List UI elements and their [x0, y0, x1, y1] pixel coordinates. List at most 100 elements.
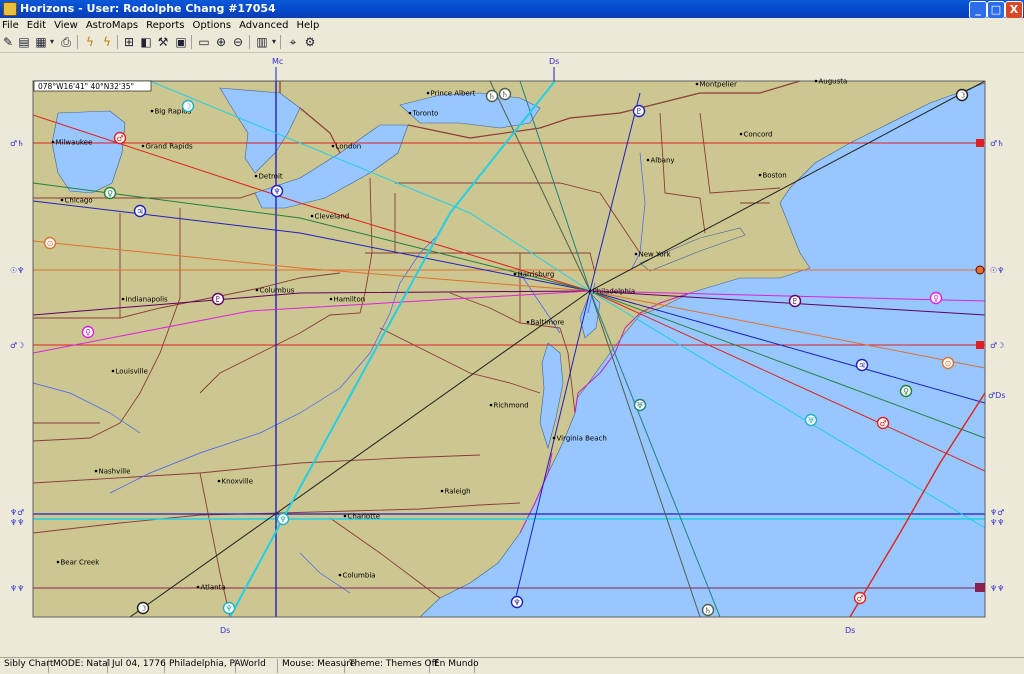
status-date: Jul 04, 1776 [108, 659, 166, 673]
menu-file[interactable]: File [0, 19, 23, 33]
menu-astromaps[interactable]: AstroMaps [82, 19, 142, 33]
planet-glyph-icon[interactable]: ♀ [103, 186, 117, 200]
planet-glyph-icon[interactable]: ☽ [181, 99, 195, 113]
city-boston: Boston [758, 172, 787, 180]
status-theme: Theme: Themes Off [345, 659, 438, 673]
planet-glyph-icon[interactable]: ♀ [81, 325, 95, 339]
menu-edit[interactable]: Edit [23, 19, 50, 33]
tools-icon[interactable]: ⚒ [155, 34, 171, 50]
planet-glyph-icon[interactable]: ♆ [276, 512, 290, 526]
coordinate-readout: 078°W16'41" 40°N32'35" [38, 82, 134, 91]
close-button[interactable]: X [1005, 1, 1023, 19]
crosshair-icon[interactable]: ⌖ [285, 34, 301, 50]
city-augusta: Augusta [814, 78, 848, 86]
grid-icon[interactable]: ▥ [254, 34, 270, 50]
planet-glyph-icon[interactable]: ♅ [804, 413, 818, 427]
dropdown-arrow-icon[interactable]: ▾ [48, 34, 56, 50]
zoom-out-icon[interactable]: ⊖ [230, 34, 246, 50]
bolt-icon[interactable]: ϟ [82, 34, 98, 50]
city-label: Montpelier [700, 81, 737, 89]
city-hamilton: Hamilton [329, 296, 366, 304]
planet-glyph-icon[interactable]: ♆ [510, 595, 524, 609]
city-milwaukee: Milwaukee [51, 139, 92, 147]
status-mundo: En Mundo [430, 659, 479, 673]
planet-glyph-icon[interactable]: ♇ [632, 104, 646, 118]
zoom-in-icon[interactable]: ⊕ [213, 34, 229, 50]
planet-glyph-icon[interactable]: ♅ [633, 398, 647, 412]
settings-icon[interactable]: ⚙ [302, 34, 318, 50]
svg-text:♀: ♀ [933, 294, 939, 303]
planet-glyph-icon[interactable]: ⊙ [43, 236, 57, 250]
menu-advanced[interactable]: Advanced [235, 19, 292, 33]
planet-glyph-icon[interactable]: ☽ [955, 88, 969, 102]
planet-glyph-icon[interactable]: ♃ [133, 204, 147, 218]
gallery-icon[interactable]: ▣ [173, 34, 189, 50]
status-mouse: Mouse: Measure [278, 659, 355, 673]
menu-view[interactable]: View [50, 19, 82, 33]
ds-label-right: ♂Ds [988, 391, 1006, 400]
svg-text:♂: ♂ [116, 134, 123, 143]
city-label: Nashville [99, 468, 131, 476]
city-virginia-beach: Virginia Beach [552, 435, 607, 443]
layers-icon[interactable]: ◧ [138, 34, 154, 50]
edit-chart-icon[interactable]: ▦ [33, 34, 49, 50]
status-view: World [236, 659, 278, 673]
minimize-button[interactable]: _ [969, 1, 987, 19]
city-nashville: Nashville [94, 468, 131, 476]
city-bear-creek: Bear Creek [56, 559, 100, 567]
city-label: Cleveland [315, 213, 350, 221]
city-label: Knoxville [222, 478, 254, 486]
menu-reports[interactable]: Reports [142, 19, 188, 33]
planet-glyph-icon[interactable]: ♆ [270, 184, 284, 198]
bolt-alt-icon[interactable]: ϟ [99, 34, 115, 50]
toolbar: ✎ ▤ ▦ ▾ ⎙ ϟ ϟ ⊞ ◧ ⚒ ▣ ▭ ⊕ ⊖ ▥ ▾ ⌖ ⚙ [0, 32, 1024, 53]
city-label: Boston [763, 172, 787, 180]
city-label: Philadelphia [593, 288, 636, 296]
city-louisville: Louisville [111, 368, 148, 376]
planet-glyph-icon[interactable]: ♄ [701, 603, 715, 617]
edge-label-right-3: ♂☽ [990, 341, 1004, 350]
edge-label-right-2: ☉♆ [990, 266, 1004, 275]
chart-icon[interactable]: ▤ [16, 34, 32, 50]
status-chart: Sibly Chart [0, 659, 53, 673]
city-grand-rapids: Grand Rapids [141, 143, 193, 151]
map-view-icon[interactable]: ▭ [196, 34, 212, 50]
planet-glyph-icon[interactable]: ♆ [222, 601, 236, 615]
svg-text:♇: ♇ [635, 107, 642, 116]
toolbar-separator [280, 35, 281, 49]
toolbar-separator [117, 35, 118, 49]
planet-glyph-icon[interactable]: ♇ [788, 294, 802, 308]
planet-glyph-icon[interactable]: ♄ [498, 87, 512, 101]
city-label: Raleigh [445, 488, 471, 496]
svg-text:♀: ♀ [107, 189, 113, 198]
window-title: Horizons - User: Rodolphe Chang #17054 [20, 2, 276, 15]
city-baltimore: Baltimore [526, 319, 564, 327]
planet-glyph-icon[interactable]: ♀ [899, 384, 913, 398]
planet-glyph-icon[interactable]: ⊙ [941, 356, 955, 370]
astro-map[interactable]: 078°W16'41" 40°N32'35" Mc Ds Ds Ds ♂Ds ♂… [0, 53, 1024, 657]
dropdown-arrow-icon[interactable]: ▾ [270, 34, 278, 50]
city-label: Augusta [819, 78, 848, 86]
city-label: Louisville [116, 368, 148, 376]
print-icon[interactable]: ⎙ [58, 34, 74, 50]
planet-glyph-icon[interactable]: ☽ [136, 601, 150, 615]
menu-help[interactable]: Help [293, 19, 324, 33]
city-label: Hamilton [334, 296, 366, 304]
city-label: Chicago [65, 197, 93, 205]
planet-glyph-icon[interactable]: ♃ [855, 358, 869, 372]
svg-text:♂: ♂ [856, 594, 863, 603]
pencil-icon[interactable]: ✎ [0, 34, 16, 50]
planet-glyph-icon[interactable]: ♇ [211, 292, 225, 306]
map-icon[interactable]: ⊞ [121, 34, 137, 50]
city-montpelier: Montpelier [695, 81, 737, 89]
planet-glyph-icon[interactable]: ♂ [113, 131, 127, 145]
planet-glyph-icon[interactable]: ♄ [485, 89, 499, 103]
city-prince-albert: Prince Albert [426, 90, 476, 98]
planet-glyph-icon[interactable]: ♂ [876, 416, 890, 430]
maximize-button[interactable]: □ [987, 1, 1005, 19]
planet-glyph-icon[interactable]: ♀ [929, 291, 943, 305]
edge-label-left-4: ♆♂ [10, 508, 24, 517]
menu-options[interactable]: Options [189, 19, 236, 33]
planet-glyph-icon[interactable]: ♂ [853, 591, 867, 605]
city-concord: Concord [739, 131, 772, 139]
